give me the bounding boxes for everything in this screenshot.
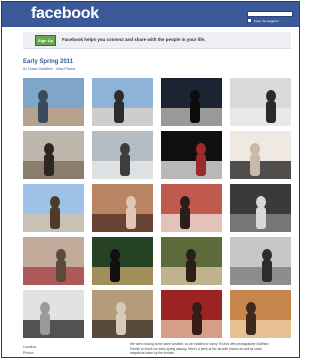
photo-image [92,78,153,126]
photo-thumbnail[interactable] [92,290,153,338]
photo-image [230,131,291,179]
photos-label: Photos [23,351,34,355]
photo-thumbnail[interactable] [23,78,84,126]
photo-thumbnail[interactable] [92,131,153,179]
keep-logged-in-row: Keep me logged in [247,18,279,23]
photo-image [92,290,153,338]
photo-image [92,131,153,179]
album-title: Early Spring 2011 [23,59,74,65]
photo-image [23,78,84,126]
photo-image [23,131,84,179]
photo-image [230,184,291,232]
browser-frame: facebook Keep me logged in Sign Up Faceb… [1,1,300,358]
photo-image [23,184,84,232]
sign-up-button[interactable]: Sign Up [35,35,56,46]
photo-thumbnail[interactable] [92,184,153,232]
header-bar: facebook Keep me logged in [2,2,299,27]
keep-logged-in-checkbox[interactable] [247,18,252,23]
album-meta: Location: Photos [23,344,37,356]
photo-image [230,290,291,338]
photo-image [230,78,291,126]
photo-thumbnail[interactable] [161,131,222,179]
photo-thumbnail[interactable] [230,184,291,232]
photo-thumbnail[interactable] [230,290,291,338]
album-description: We were craving some warm weather, so we… [130,342,269,355]
facebook-logo[interactable]: facebook [31,5,99,23]
photo-image [161,131,222,179]
photo-image [161,237,222,285]
photo-image [161,184,222,232]
login-email-field[interactable] [247,11,293,17]
photo-thumbnail[interactable] [92,237,153,285]
photo-image [161,78,222,126]
photo-thumbnail[interactable] [230,78,291,126]
photo-thumbnail[interactable] [23,131,84,179]
photo-thumbnail[interactable] [161,78,222,126]
photo-thumbnail[interactable] [92,78,153,126]
photo-thumbnail[interactable] [23,184,84,232]
keep-logged-in-label: Keep me logged in [254,18,280,23]
photo-thumbnail[interactable] [161,237,222,285]
album-author-link[interactable]: Urban Outfitters [28,67,53,71]
photo-image [23,290,84,338]
photo-thumbnail[interactable] [230,237,291,285]
photo-image [230,237,291,285]
photo-image [92,184,153,232]
photo-thumbnail[interactable] [161,184,222,232]
photo-image [92,237,153,285]
signup-message: Facebook helps you connect and share wit… [62,37,206,42]
photo-thumbnail[interactable] [23,237,84,285]
photo-thumbnail[interactable] [23,290,84,338]
photo-image [23,237,84,285]
photo-thumbnail[interactable] [230,131,291,179]
album-byline: By Urban Outfitters · View Photos [23,67,75,72]
photo-image [161,290,222,338]
photo-thumbnail[interactable] [161,290,222,338]
view-photos-link[interactable]: View Photos [56,67,75,71]
signup-banner: Sign Up Facebook helps you connect and s… [23,32,291,49]
